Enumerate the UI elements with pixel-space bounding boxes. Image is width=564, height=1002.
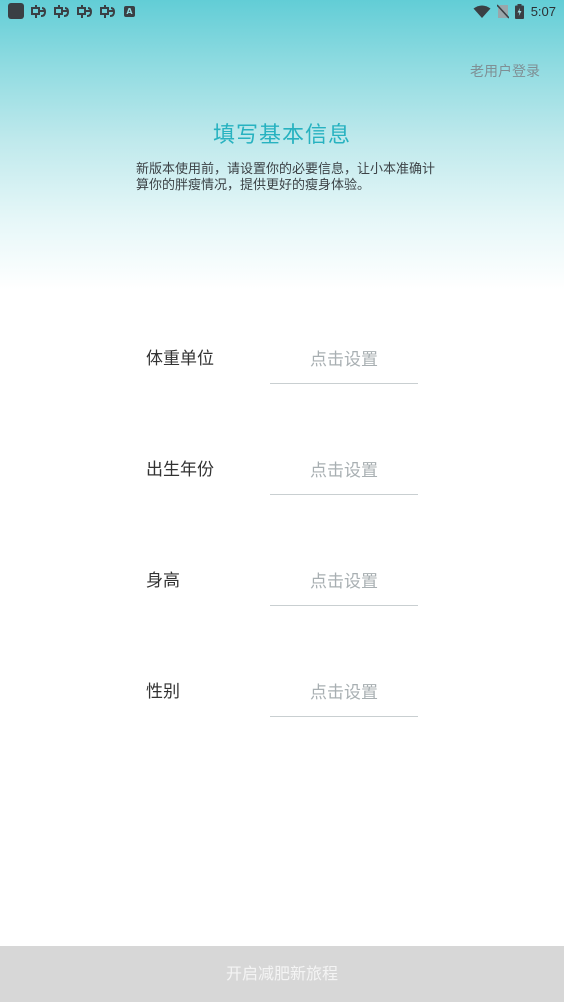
weight-unit-label: 体重单位 — [146, 349, 214, 369]
status-bar-notifications: A — [8, 3, 135, 19]
weight-unit-field[interactable]: 点击设置 — [270, 345, 418, 384]
gender-field[interactable]: 点击设置 — [270, 678, 418, 717]
gender-label: 性别 — [146, 682, 180, 702]
bug-icon — [77, 5, 93, 18]
clock-time: 5:07 — [530, 4, 556, 19]
form-row-weight-unit: 体重单位 点击设置 — [0, 347, 564, 407]
form-row-gender: 性别 点击设置 — [0, 680, 564, 740]
bug-icon — [54, 5, 70, 18]
start-journey-button[interactable]: 开启减肥新旅程 — [0, 946, 564, 1002]
bug-icon — [31, 5, 47, 18]
bug-icon — [100, 5, 116, 18]
height-placeholder: 点击设置 — [310, 572, 378, 592]
no-sim-icon — [496, 4, 509, 19]
gender-placeholder: 点击设置 — [310, 683, 378, 703]
weight-unit-placeholder: 点击设置 — [310, 350, 378, 370]
page-subtitle: 新版本使用前，请设置你的必要信息，让小本准确计算你的胖瘦情况，提供更好的瘦身体验… — [136, 162, 436, 193]
height-field[interactable]: 点击设置 — [270, 567, 418, 606]
battery-icon — [514, 4, 524, 19]
status-bar: A 5:07 — [0, 0, 564, 24]
a-icon: A — [124, 5, 135, 17]
page-title: 填写基本信息 — [212, 123, 351, 148]
header-background — [0, 0, 564, 300]
old-user-login-link[interactable]: 老用户登录 — [470, 61, 540, 81]
status-bar-system: 5:07 — [467, 3, 556, 20]
app-square-icon — [8, 3, 24, 19]
birth-year-label: 出生年份 — [146, 460, 214, 480]
birth-year-field[interactable]: 点击设置 — [270, 456, 418, 495]
birth-year-placeholder: 点击设置 — [310, 461, 378, 481]
form-row-height: 身高 点击设置 — [0, 569, 564, 629]
height-label: 身高 — [146, 571, 180, 591]
form-row-birth-year: 出生年份 点击设置 — [0, 458, 564, 518]
wifi-icon — [473, 5, 491, 18]
